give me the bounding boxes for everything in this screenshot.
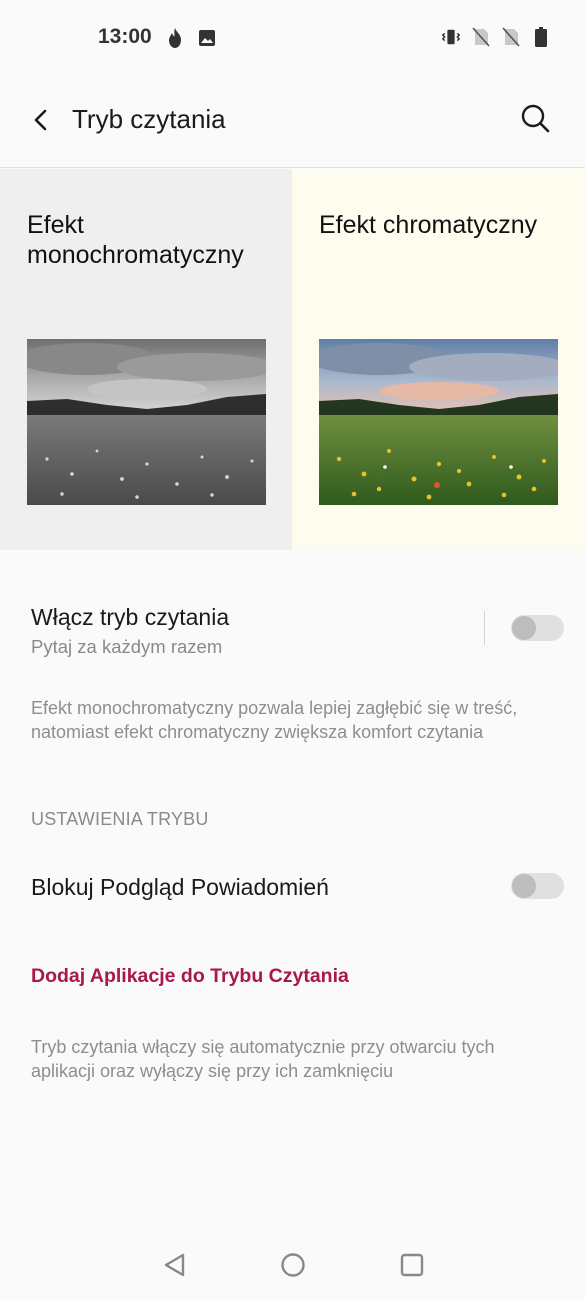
add-apps-link[interactable]: Dodaj Aplikacje do Trybu Czytania <box>31 965 349 988</box>
vertical-divider <box>484 611 485 645</box>
toggle-knob <box>512 616 536 640</box>
status-bar: 13:00 <box>0 0 585 76</box>
chroma-preview-card[interactable]: Efekt chromatyczny <box>292 169 585 550</box>
image-icon <box>199 30 215 46</box>
mono-landscape-image <box>27 339 266 505</box>
battery-icon <box>535 27 547 47</box>
mono-preview-title: Efekt monochromatyczny <box>27 211 244 269</box>
home-circle-icon[interactable] <box>278 1250 308 1280</box>
reading-mode-subtitle[interactable]: Pytaj za każdym razem <box>31 636 222 658</box>
page-title: Tryb czytania <box>72 104 226 134</box>
reading-mode-description: Efekt monochromatyczny pozwala lepiej za… <box>31 698 518 742</box>
chroma-preview-title: Efekt chromatyczny <box>319 211 538 239</box>
back-arrow-icon[interactable] <box>26 104 58 136</box>
search-icon[interactable] <box>519 102 551 134</box>
section-header: USTAWIENIA TRYBU <box>31 809 209 829</box>
block-notifications-toggle[interactable] <box>511 873 564 899</box>
navigation-bar <box>0 1230 585 1300</box>
no-sim-icon <box>502 27 520 47</box>
reading-mode-toggle[interactable] <box>511 615 564 641</box>
mono-preview-card[interactable]: Efekt monochromatyczny <box>0 169 292 550</box>
chroma-landscape-image <box>319 339 558 505</box>
block-notifications-title: Blokuj Podgląd Powiadomień <box>31 874 329 900</box>
app-bar: Tryb czytania <box>0 76 585 168</box>
no-sim-icon <box>472 27 490 47</box>
preview-panels: Efekt monochromatyczny Efekt chromatyczn… <box>0 169 585 550</box>
status-time: 13:00 <box>98 25 152 48</box>
recents-square-icon[interactable] <box>397 1250 427 1280</box>
vibrate-icon <box>441 29 461 45</box>
toggle-knob <box>512 874 536 898</box>
footer-note: Tryb czytania włączy się automatycznie p… <box>31 1037 495 1081</box>
flame-icon <box>169 28 181 48</box>
back-triangle-icon[interactable] <box>160 1250 190 1280</box>
reading-mode-title: Włącz tryb czytania <box>31 604 230 630</box>
